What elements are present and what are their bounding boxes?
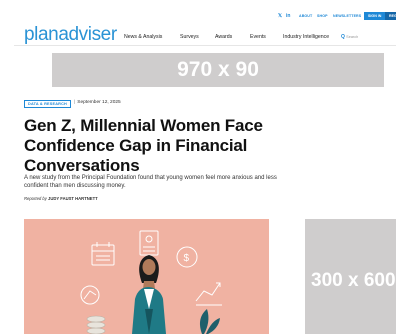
x-social-icon[interactable]: 𝕏 bbox=[278, 13, 282, 19]
rising-chart-icon bbox=[195, 282, 222, 306]
nav-item-events[interactable]: Events bbox=[250, 34, 266, 40]
hero-illustration: $ bbox=[24, 219, 269, 334]
search-icon[interactable]: Q bbox=[341, 34, 345, 40]
ad-banner-970x90[interactable]: 970 x 90 bbox=[52, 53, 384, 87]
coin-stack-icon bbox=[86, 315, 106, 334]
newsletters-link[interactable]: NEWSLETTERS bbox=[333, 14, 361, 18]
publish-date: | September 12, 2025 bbox=[74, 100, 121, 105]
nav-item-news-analysis[interactable]: News & Analysis bbox=[124, 34, 162, 40]
byline: Reported by JUDY FAUST HARTNETT bbox=[24, 196, 98, 201]
search-placeholder: Search bbox=[346, 35, 359, 39]
nav-item-industry-intelligence[interactable]: Industry Intelligence bbox=[283, 34, 329, 40]
byline-author[interactable]: JUDY FAUST HARTNETT bbox=[48, 196, 98, 201]
dollar-coin-icon: $ bbox=[176, 246, 198, 268]
search-input[interactable]: Q Search bbox=[341, 34, 358, 40]
site-logo[interactable]: planadviser bbox=[24, 24, 117, 46]
byline-prefix: Reported by bbox=[24, 196, 47, 201]
nav-item-awards[interactable]: Awards bbox=[215, 34, 232, 40]
header-divider bbox=[14, 45, 396, 46]
ad-sidebar-300x600[interactable]: 300 x 600 bbox=[305, 219, 396, 334]
shop-link[interactable]: SHOP bbox=[317, 14, 328, 18]
woman-figure bbox=[132, 255, 166, 334]
utility-bar: 𝕏 in ABOUT SHOP NEWSLETTERS SIGN IN REGI bbox=[0, 12, 396, 23]
svg-text:$: $ bbox=[184, 253, 190, 264]
article-dek: A new study from the Principal Foundatio… bbox=[24, 175, 277, 190]
category-tag[interactable]: DATA & RESEARCH bbox=[24, 100, 71, 108]
plant-icon bbox=[199, 309, 220, 334]
sign-in-button[interactable]: SIGN IN bbox=[364, 12, 386, 20]
growth-arrow-icon bbox=[80, 285, 100, 305]
woman-finance-illustration: $ bbox=[80, 230, 222, 334]
publish-date-text: September 12, 2025 bbox=[77, 100, 121, 105]
register-button[interactable]: REGI bbox=[385, 12, 396, 20]
article-headline: Gen Z, Millennial Women Face Confidence … bbox=[24, 116, 263, 175]
document-icon bbox=[139, 230, 159, 256]
about-link[interactable]: ABOUT bbox=[299, 14, 312, 18]
nav-item-surveys[interactable]: Surveys bbox=[180, 34, 199, 40]
linkedin-social-icon[interactable]: in bbox=[286, 13, 290, 19]
calendar-icon bbox=[91, 242, 115, 266]
